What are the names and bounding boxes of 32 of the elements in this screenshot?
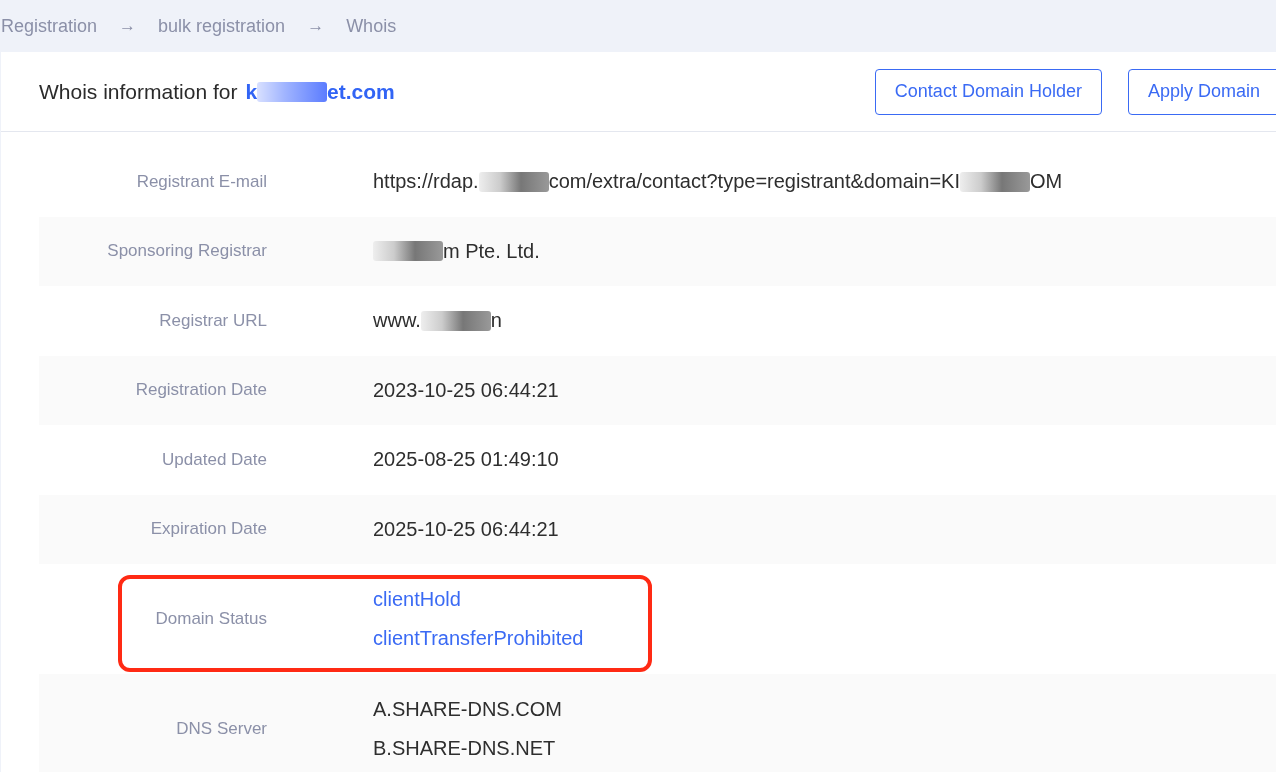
breadcrumb-link[interactable]: Registration (1, 15, 98, 37)
redacted-block (478, 171, 549, 192)
field-value: 2025-08-25 01:49:10 (373, 448, 559, 472)
field-value: B.SHARE-DNS.NET (373, 737, 557, 760)
domain-link[interactable]: k et.com (245, 79, 395, 104)
action-button[interactable]: Apply Domain (1127, 68, 1276, 115)
breadcrumb-link[interactable]: bulk registration (158, 15, 286, 37)
field-value: https://rdap. com/extra/contact?type=registrant&domain=KI OM (373, 170, 1063, 194)
field-value: 2025-10-25 06:44:21 (373, 517, 559, 541)
field-label: Registrar URL (158, 310, 267, 331)
field-value: 2023-10-25 06:44:21 (373, 378, 559, 402)
field-value: m Pte. Ltd. (373, 239, 540, 263)
field-label: DNS Server (175, 719, 267, 739)
breadcrumb-link[interactable]: Whois (346, 15, 397, 37)
field-value: www. n (373, 309, 502, 333)
status-link[interactable]: clientHold (373, 588, 584, 611)
field-label: Registration Date (134, 380, 267, 401)
redacted-block (959, 171, 1030, 192)
redacted-block (373, 241, 443, 262)
field-label: Domain Status (154, 609, 267, 629)
redacted-block (420, 310, 491, 331)
breadcrumb-separator: → (119, 16, 137, 36)
breadcrumb-separator: → (307, 16, 325, 36)
page-title: Whois information for (39, 79, 238, 104)
field-label: Updated Date (161, 449, 267, 470)
action-button[interactable]: Contact Domain Holder (874, 68, 1102, 115)
field-value: A.SHARE-DNS.COM (373, 698, 562, 721)
field-label: Sponsoring Registrar (106, 241, 267, 262)
field-label: Expiration Date (149, 519, 267, 540)
redacted-block (257, 81, 328, 102)
status-link[interactable]: clientTransferProhibited (373, 627, 584, 650)
field-label: Registrant E-mail (135, 171, 267, 192)
